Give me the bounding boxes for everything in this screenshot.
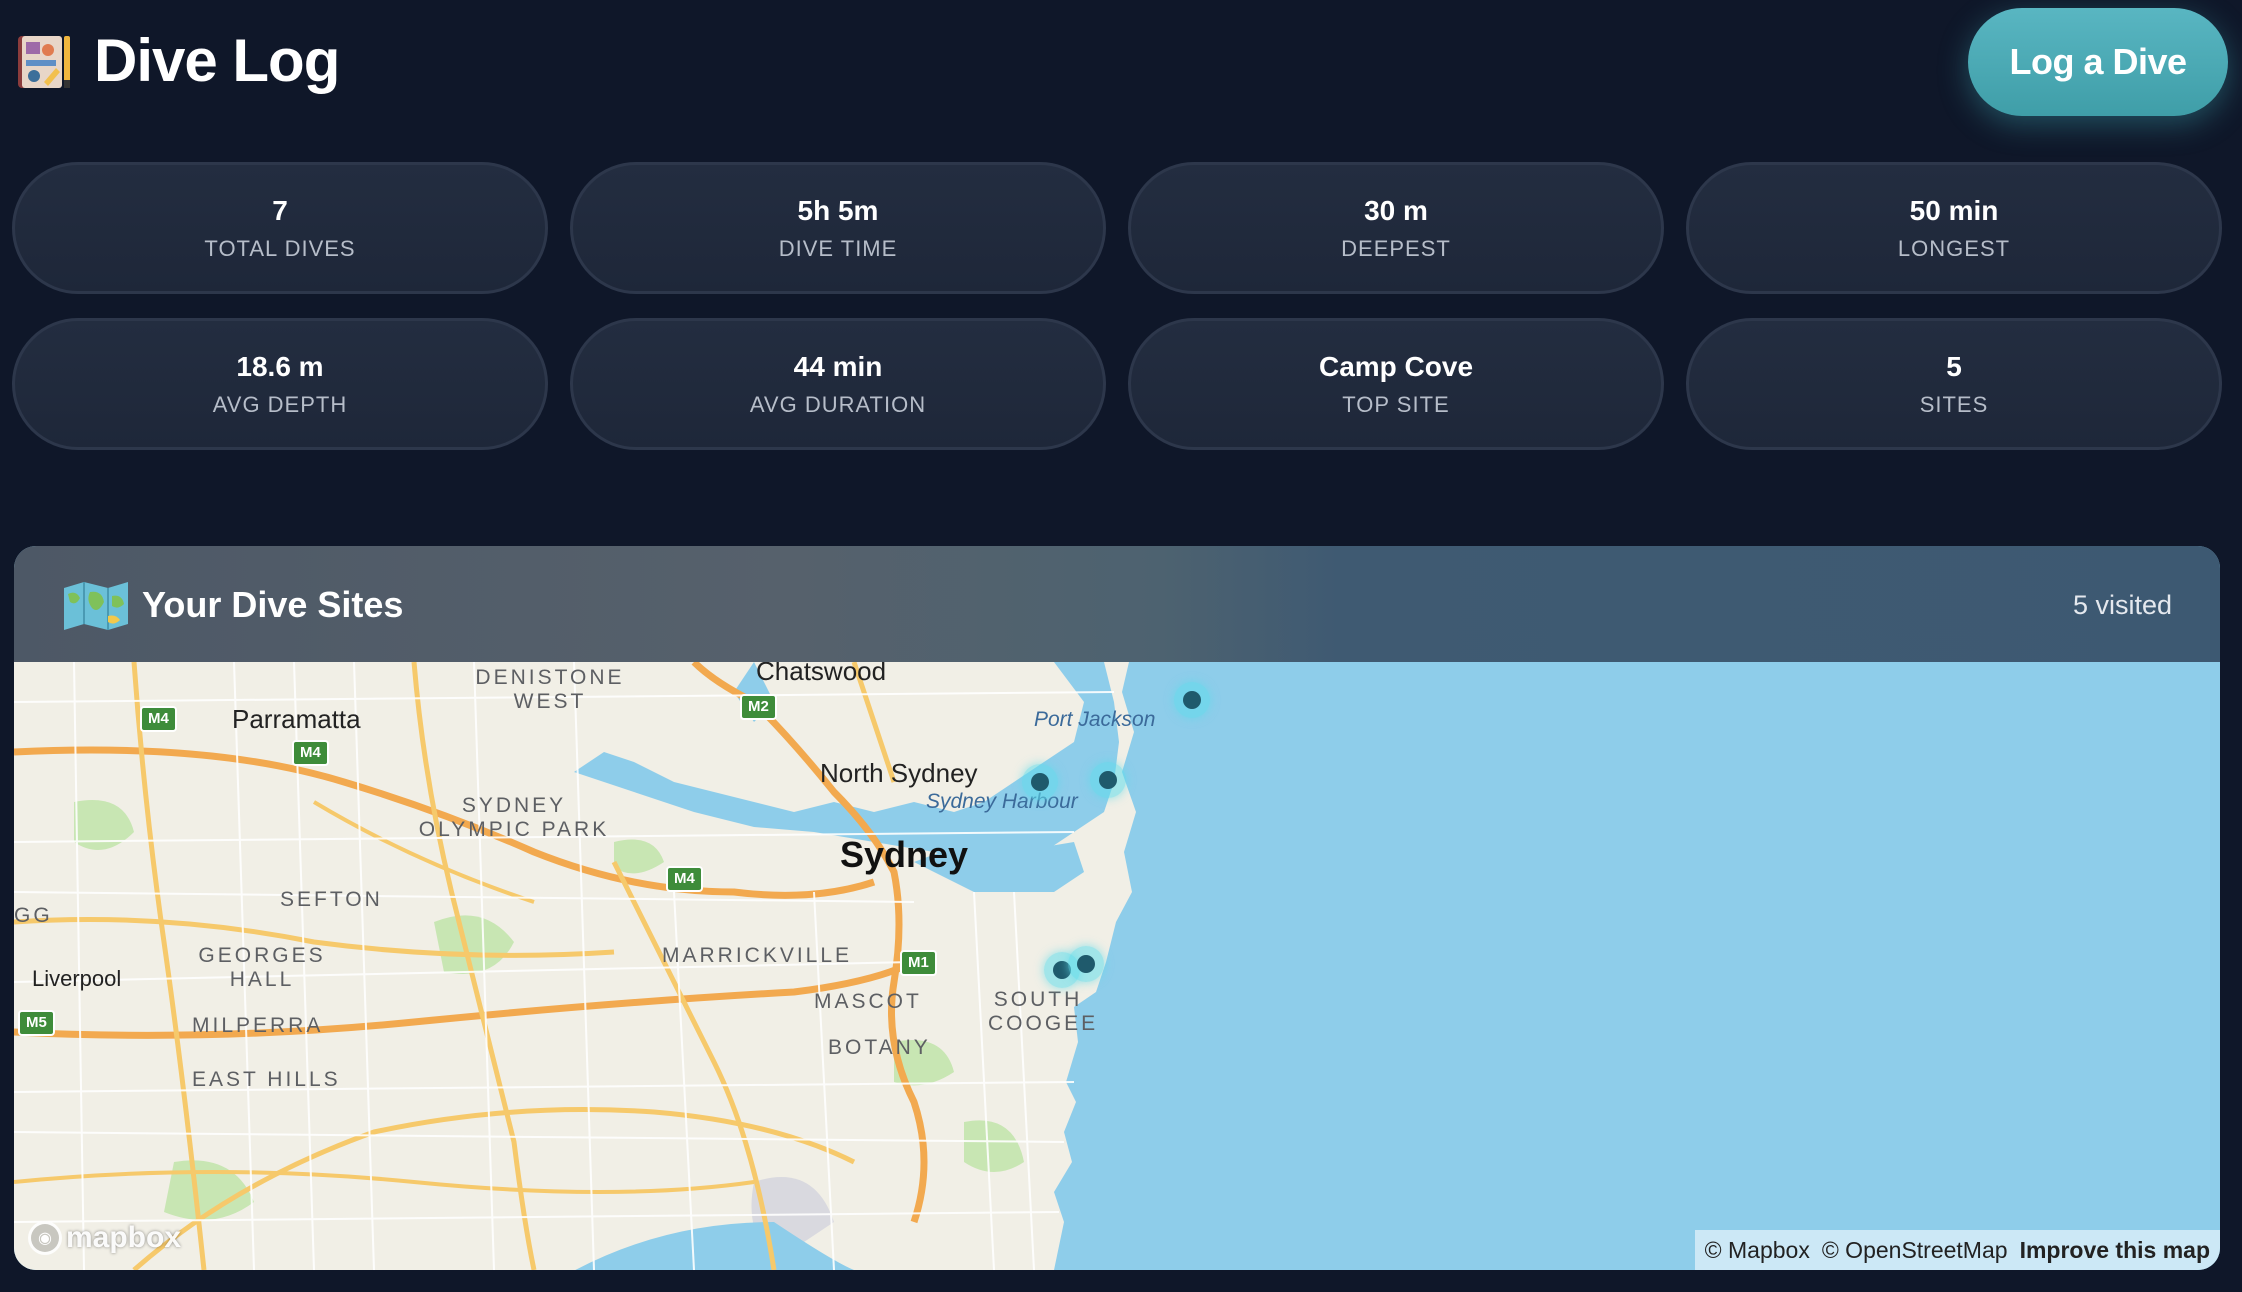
map-panel-header: Your Dive Sites 5 visited [14,546,2220,662]
attribution-mapbox-link[interactable]: © Mapbox [1705,1237,1810,1264]
stat-label: DEEPEST [1341,236,1451,261]
road-shield-m4: M4 [140,706,177,732]
map-attribution: © Mapbox © OpenStreetMap Improve this ma… [1694,1230,2220,1270]
stat-card-longest: 50 min LONGEST [1686,162,2222,294]
map-label-denistone-west: DENISTONE WEST [475,666,625,713]
stat-label: SITES [1919,392,1989,417]
world-map-icon [64,582,128,630]
stat-label: LONGEST [1897,236,2011,261]
map-label-marrickville: MARRICKVILLE [662,944,853,967]
map-label-sydney-olympic-park: SYDNEY OLYMPIC PARK [418,794,610,841]
dive-site-marker[interactable] [1174,682,1210,718]
dive-sites-panel: Your Dive Sites 5 visited Chatswood DENI… [14,546,2220,1270]
log-dive-button[interactable]: Log a Dive [1968,8,2228,116]
stat-card-dive-time: 5h 5m DIVE TIME [570,162,1106,294]
app-title: Dive Log [94,27,340,94]
attribution-osm-link[interactable]: © OpenStreetMap [1822,1237,2008,1264]
road-shield-m4: M4 [666,866,703,892]
stat-card-top-site: Camp Cove TOP SITE [1128,318,1664,450]
stat-card-avg-duration: 44 min AVG DURATION [570,318,1106,450]
mapbox-logo-icon: ◉ [28,1221,62,1255]
mapbox-logo[interactable]: ◉ mapbox [28,1218,181,1258]
map-label-gg: GG [14,904,53,927]
stat-card-avg-depth: 18.6 m AVG DEPTH [12,318,548,450]
stat-card-total-dives: 7 TOTAL DIVES [12,162,548,294]
road-shield-m2: M2 [740,694,777,720]
road-shield-m1: M1 [900,950,937,976]
app-header: Dive Log Log a Dive [14,8,2228,116]
improve-map-link[interactable]: Improve this map [2020,1237,2210,1264]
map-label-sydney-harbour: Sydney Harbour [926,790,1078,813]
map-label-liverpool: Liverpool [32,966,122,991]
map-label-sefton: SEFTON [280,888,383,911]
road-shield-m5: M5 [18,1010,55,1036]
stat-value: 50 min [1909,195,1999,226]
stats-grid: 7 TOTAL DIVES 5h 5m DIVE TIME 30 m DEEPE… [12,162,2222,450]
map-label-east-hills: EAST HILLS [192,1068,341,1091]
stat-value: 5 [1946,351,1962,382]
stat-label: TOTAL DIVES [204,236,356,261]
mapbox-logo-text: mapbox [66,1221,182,1254]
map-base-layer [14,662,2220,1270]
dive-site-marker[interactable] [1022,764,1058,800]
map-label-mascot: MASCOT [814,990,922,1013]
map-label-milperra: MILPERRA [192,1014,324,1037]
map-label-georges-hall: GEORGES HALL [198,944,326,991]
map-canvas[interactable]: Chatswood DENISTONE WEST Parramatta Port… [14,656,2220,1270]
stat-card-deepest: 30 m DEEPEST [1128,162,1664,294]
stat-card-sites: 5 SITES [1686,318,2222,450]
stat-label: AVG DEPTH [212,392,348,417]
map-label-parramatta: Parramatta [232,704,361,734]
dive-logbook-icon [18,36,70,88]
stat-value: 7 [272,195,288,226]
map-label-port-jackson: Port Jackson [1034,708,1156,731]
map-label-south-coogee: SOUTH COOGEE [988,988,1099,1035]
dive-site-marker[interactable] [1090,762,1126,798]
map-label-north-sydney: North Sydney [820,758,978,788]
map-label-botany: BOTANY [828,1036,931,1059]
map-label-sydney: Sydney [840,834,969,875]
stat-value: 5h 5m [797,195,879,226]
stat-value: Camp Cove [1318,351,1474,382]
stat-value: 30 m [1364,195,1428,226]
stat-label: AVG DURATION [749,392,927,417]
dive-site-marker[interactable] [1068,946,1104,982]
stat-label: DIVE TIME [778,236,898,261]
map-title: Your Dive Sites [142,584,404,625]
visited-count: 5 visited [2072,590,2172,620]
stat-value: 18.6 m [236,351,324,382]
road-shield-m4: M4 [292,740,329,766]
stat-label: TOP SITE [1342,392,1450,417]
stat-value: 44 min [793,351,883,382]
